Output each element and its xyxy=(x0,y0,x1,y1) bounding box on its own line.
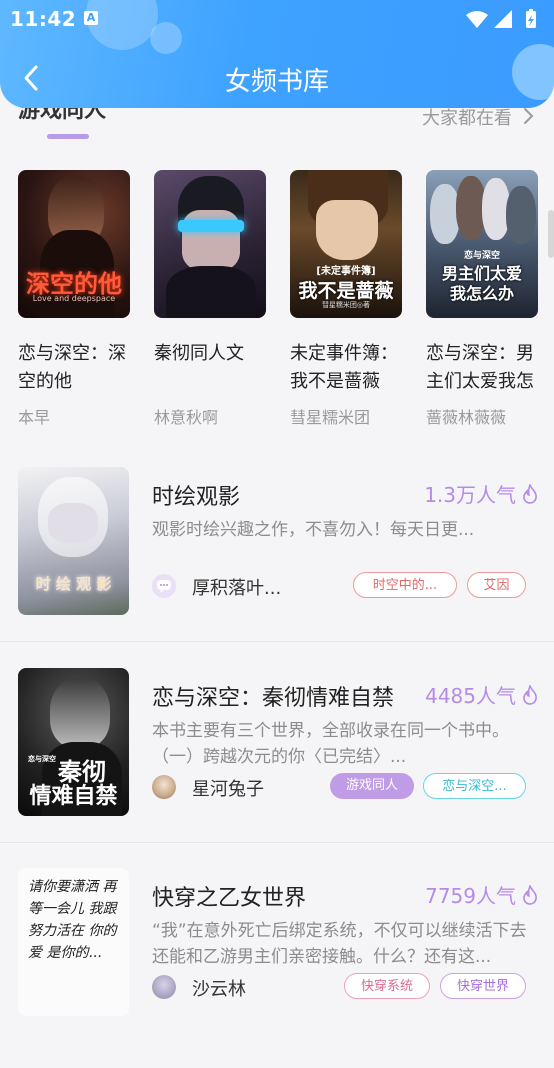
app-header: 11:42 A 女频书库 xyxy=(0,0,554,108)
popularity: 7759人气 xyxy=(425,880,538,909)
book-cover: 请你要潇洒 再等一会儿 我跟努力活在 你的爱 是你的... xyxy=(18,868,129,1016)
chat-bubble-icon xyxy=(157,580,171,593)
popularity: 1.3万人气 xyxy=(424,479,538,508)
flame-icon xyxy=(523,482,537,504)
cover-title: 时 绘 观 影 xyxy=(35,575,112,593)
page-title: 女频书库 xyxy=(224,67,329,97)
book-title: 恋与深空：男主们太爱我怎么办 xyxy=(426,343,534,392)
signal-icon xyxy=(494,10,512,28)
system-status-icons xyxy=(466,9,536,28)
tag-chip[interactable]: 快穿世界 xyxy=(440,973,526,999)
tag-chip[interactable]: 快穿系统 xyxy=(344,973,430,999)
cover-handwriting: 请你要潇洒 再等一会儿 我跟努力活在 你的爱 是你的... xyxy=(28,879,117,961)
avatar xyxy=(152,574,176,598)
book-title: 恋与深空：深空的他 xyxy=(18,343,126,392)
list-item[interactable]: 恋与深空 秦彻 情难自禁 恋与深空：秦彻情难自禁 4485人气 本书主要有三个世… xyxy=(0,668,554,868)
book-author: 本早 xyxy=(18,408,51,427)
author-name: 星河兔子 xyxy=(192,779,264,800)
book-title: 恋与深空：秦彻情难自禁 xyxy=(152,686,395,711)
list-item[interactable]: 请你要潇洒 再等一会儿 我跟努力活在 你的爱 是你的... 快穿之乙女世界 77… xyxy=(0,868,554,1068)
book-description: 本书主要有三个世界，全部收录在同一个书中。（一）跨越次元的你〈已完结〉... xyxy=(152,721,509,767)
list-item[interactable]: 时 绘 观 影 时绘观影 1.3万人气 观影时绘兴趣之作，不喜勿入！每天日更..… xyxy=(0,467,554,667)
book-cover: 恋与深空 秦彻 情难自禁 xyxy=(18,668,129,816)
avatar xyxy=(152,775,176,799)
cover-title-line2: 我怎么办 xyxy=(449,284,514,303)
tag-chip[interactable]: 艾因 xyxy=(467,572,526,598)
book-title: 时绘观影 xyxy=(152,485,241,510)
book-title: 未定事件簿：我不是蔷薇 xyxy=(290,343,398,392)
author-row: 厚积落叶... 时空中的... 艾因 xyxy=(152,572,532,602)
avatar xyxy=(152,975,176,999)
status-time: 11:42 xyxy=(10,7,77,31)
book-card[interactable]: 秦彻同人文 林意秋啊 xyxy=(154,170,266,428)
tag-chip[interactable]: 恋与深空... xyxy=(423,773,526,799)
divider xyxy=(0,842,554,843)
cover-subtitle: Love and deepspace xyxy=(32,294,116,303)
book-card[interactable]: 深空的他 Love and deepspace 恋与深空：深空的他 本早 xyxy=(18,170,130,428)
cover-series: [未定事件簿] xyxy=(316,266,376,277)
author-name: 厚积落叶... xyxy=(192,578,282,599)
book-cover: [未定事件簿] 我不是蔷薇 彗星糯米团◎著 xyxy=(290,170,402,318)
book-description: “我”在意外死亡后绑定系统，不仅可以继续活下去还能和乙游男主们亲密接触。什么？还… xyxy=(152,921,527,967)
tag-chip[interactable]: 游戏同人 xyxy=(330,773,414,799)
book-cover: 时 绘 观 影 xyxy=(18,467,129,615)
scrollbar[interactable] xyxy=(548,210,554,258)
book-author: 林意秋啊 xyxy=(154,408,219,427)
book-author: 彗星糯米团 xyxy=(290,408,371,427)
book-title: 快穿之乙女世界 xyxy=(152,886,307,911)
divider xyxy=(0,641,554,642)
popularity: 4485人气 xyxy=(425,680,538,709)
popularity-count: 4485人气 xyxy=(425,684,516,708)
notification-icon: A xyxy=(84,11,98,25)
cover-subtitle: 彗星糯米团◎著 xyxy=(321,301,371,309)
cover-title: 我不是蔷薇 xyxy=(298,280,394,302)
book-cover xyxy=(154,170,266,318)
author-name: 沙云林 xyxy=(192,979,246,1000)
status-bar: 11:42 A xyxy=(0,0,554,38)
book-cover: 恋与深空 男主们太爱 我怎么办 xyxy=(426,170,538,318)
book-card[interactable]: [未定事件簿] 我不是蔷薇 彗星糯米团◎著 未定事件簿：我不是蔷薇 彗星糯米团 xyxy=(290,170,402,428)
chevron-right-icon[interactable] xyxy=(522,106,536,126)
flame-icon xyxy=(523,883,537,905)
book-author: 蔷薇林薇薇 xyxy=(426,408,507,427)
book-cover: 深空的他 Love and deepspace xyxy=(18,170,130,318)
book-description: 观影时绘兴趣之作，不喜勿入！每天日更... xyxy=(152,520,475,540)
cover-title-line2: 情难自禁 xyxy=(29,784,118,809)
book-title: 秦彻同人文 xyxy=(154,343,244,364)
wifi-icon xyxy=(466,11,488,28)
author-row: 沙云林 快穿系统 快穿世界 xyxy=(152,973,532,1003)
popularity-count: 1.3万人气 xyxy=(424,483,516,507)
tag-chip[interactable]: 时空中的... xyxy=(353,572,457,598)
popularity-count: 7759人气 xyxy=(425,884,516,908)
section-title-underline xyxy=(47,134,89,139)
book-card[interactable]: 恋与深空 男主们太爱 我怎么办 恋与深空：男主们太爱我怎么办 蔷薇林薇薇 xyxy=(426,170,538,428)
author-row: 星河兔子 游戏同人 恋与深空... xyxy=(152,773,532,803)
book-carousel: 深空的他 Love and deepspace 恋与深空：深空的他 本早 秦彻同… xyxy=(0,170,554,432)
flame-icon xyxy=(523,683,537,705)
